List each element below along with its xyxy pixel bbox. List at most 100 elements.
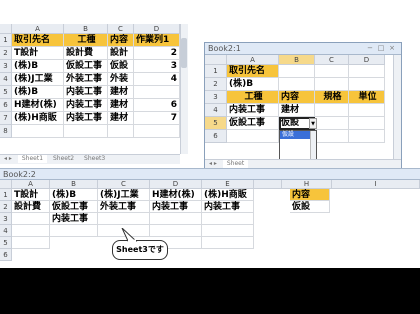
row-header-5[interactable]: 5 [0, 237, 12, 249]
cell-D2[interactable] [349, 78, 385, 91]
cell-A3[interactable] [12, 213, 50, 225]
cell-A4[interactable] [12, 225, 50, 237]
select-all-corner[interactable] [205, 55, 227, 65]
minimize-button[interactable]: − [365, 44, 375, 53]
row-header-3[interactable]: 3 [205, 91, 227, 104]
row-header-8[interactable]: 8 [0, 125, 12, 138]
cell-E4[interactable] [202, 225, 254, 237]
dropdown-arrow-button[interactable]: ▼ [309, 118, 317, 129]
cell-B1[interactable] [279, 65, 315, 78]
column-header-D[interactable]: D [349, 55, 385, 65]
cell-A2[interactable]: 設計費 [12, 201, 50, 213]
cell-A1[interactable]: 取引先名 [227, 65, 279, 78]
cell-C2[interactable] [315, 78, 349, 91]
cell-E2[interactable]: 内装工事 [202, 201, 254, 213]
cell-B6[interactable]: 内装工事 [64, 99, 108, 112]
cell-C6[interactable] [315, 130, 349, 143]
scrollbar-thumb[interactable] [181, 38, 187, 68]
maximize-button[interactable]: □ [376, 44, 386, 53]
cell-C1[interactable]: 内容 [108, 34, 134, 47]
tab-nav-arrows[interactable]: ◂ ▸ [0, 155, 16, 163]
cell-A5[interactable]: 仮設工事 [227, 117, 279, 130]
cell-B8[interactable] [64, 125, 108, 138]
cell-C3[interactable]: 規格 [315, 91, 349, 104]
cell-D6[interactable] [349, 130, 385, 143]
cell-A6[interactable] [227, 130, 279, 143]
cell-B4[interactable]: 外装工事 [64, 73, 108, 86]
cell-D5[interactable] [134, 86, 180, 99]
cell-C3[interactable]: 仮設 [108, 60, 134, 73]
row-header-4[interactable]: 4 [205, 104, 227, 117]
cell-B2[interactable] [279, 78, 315, 91]
cell-D2[interactable]: 2 [134, 47, 180, 60]
cell-D4[interactable]: 4 [134, 73, 180, 86]
cell-D1[interactable]: 作業列1 [134, 34, 180, 47]
row-header-1[interactable]: 1 [0, 34, 12, 47]
cell-C6[interactable]: 建材 [108, 99, 134, 112]
cell-A4[interactable]: (株)J工業 [12, 73, 64, 86]
cell-D6[interactable]: 6 [134, 99, 180, 112]
cell-A2[interactable]: T設計 [12, 47, 64, 60]
cell-H2[interactable]: 仮設 [290, 201, 330, 213]
cell-D5[interactable] [349, 117, 385, 130]
cell-C5[interactable] [315, 117, 349, 130]
row-header-3[interactable]: 3 [0, 213, 12, 225]
cell-D7[interactable]: 7 [134, 112, 180, 125]
cell-B2[interactable]: 仮設工事 [50, 201, 98, 213]
window-titlebar[interactable]: Book2:2 [0, 168, 420, 180]
row-header-3[interactable]: 3 [0, 60, 12, 73]
row-header-6[interactable]: 6 [0, 99, 12, 112]
cell-E3[interactable] [202, 213, 254, 225]
close-button[interactable]: × [387, 44, 397, 53]
cell-C1[interactable] [315, 65, 349, 78]
row-header-2[interactable]: 2 [0, 201, 12, 213]
cell-E1[interactable]: (株)H商販 [202, 189, 254, 201]
column-header-A[interactable]: A [227, 55, 279, 65]
cell-A8[interactable] [12, 125, 64, 138]
cell-D4[interactable] [150, 225, 202, 237]
row-header-4[interactable]: 4 [0, 73, 12, 86]
cell-A7[interactable]: (株)H商販 [12, 112, 64, 125]
cell-A1[interactable]: 取引先名 [12, 34, 64, 47]
column-header-C[interactable]: C [108, 24, 134, 34]
cell-B5[interactable]: 内装工事 [64, 86, 108, 99]
row-header-1[interactable]: 1 [0, 189, 12, 201]
row-header-1[interactable]: 1 [205, 65, 227, 78]
cell-A4[interactable]: 内装工事 [227, 104, 279, 117]
row-header-5[interactable]: 5 [0, 86, 12, 99]
row-header-2[interactable]: 2 [205, 78, 227, 91]
tab-sheet2[interactable]: Sheet2 [49, 155, 78, 163]
cell-A3[interactable]: (株)B [12, 60, 64, 73]
cell-B1[interactable]: (株)B [50, 189, 98, 201]
row-header-6[interactable]: 6 [205, 130, 227, 143]
cell-B7[interactable]: 内装工事 [64, 112, 108, 125]
cell-D1[interactable]: H建材(株) [150, 189, 202, 201]
column-header-E[interactable]: E [202, 180, 254, 189]
column-header-B[interactable]: B [279, 55, 315, 65]
cell-A5[interactable]: (株)B [12, 86, 64, 99]
cell-A2[interactable]: (株)B [227, 78, 279, 91]
row-header-5[interactable]: 5 [205, 117, 227, 130]
select-all-corner[interactable] [0, 24, 12, 34]
cell-B4[interactable] [50, 225, 98, 237]
column-header-F-G[interactable] [254, 180, 282, 189]
column-header-C[interactable]: C [98, 180, 150, 189]
cell-C2[interactable]: 設計 [108, 47, 134, 60]
row-header-7[interactable]: 7 [0, 112, 12, 125]
tab-sheet1[interactable]: Sheet1 [17, 155, 48, 163]
cell-B1[interactable]: 工種 [64, 34, 108, 47]
column-header-D[interactable]: D [150, 180, 202, 189]
cell-C5[interactable]: 建材 [108, 86, 134, 99]
cell-C3[interactable] [98, 213, 150, 225]
cell-D3[interactable] [150, 213, 202, 225]
cell-D8[interactable] [134, 125, 180, 138]
tab-sheet[interactable]: Sheet [222, 160, 249, 168]
cell-E5[interactable] [202, 237, 254, 249]
cell-C2[interactable]: 外装工事 [98, 201, 150, 213]
cell-C7[interactable]: 建材 [108, 112, 134, 125]
row-header-2[interactable]: 2 [0, 47, 12, 60]
cell-D4[interactable] [349, 104, 385, 117]
cell-D3[interactable]: 単位 [349, 91, 385, 104]
row-header-6[interactable]: 6 [0, 249, 12, 261]
cell-B4[interactable]: 建材 [279, 104, 315, 117]
